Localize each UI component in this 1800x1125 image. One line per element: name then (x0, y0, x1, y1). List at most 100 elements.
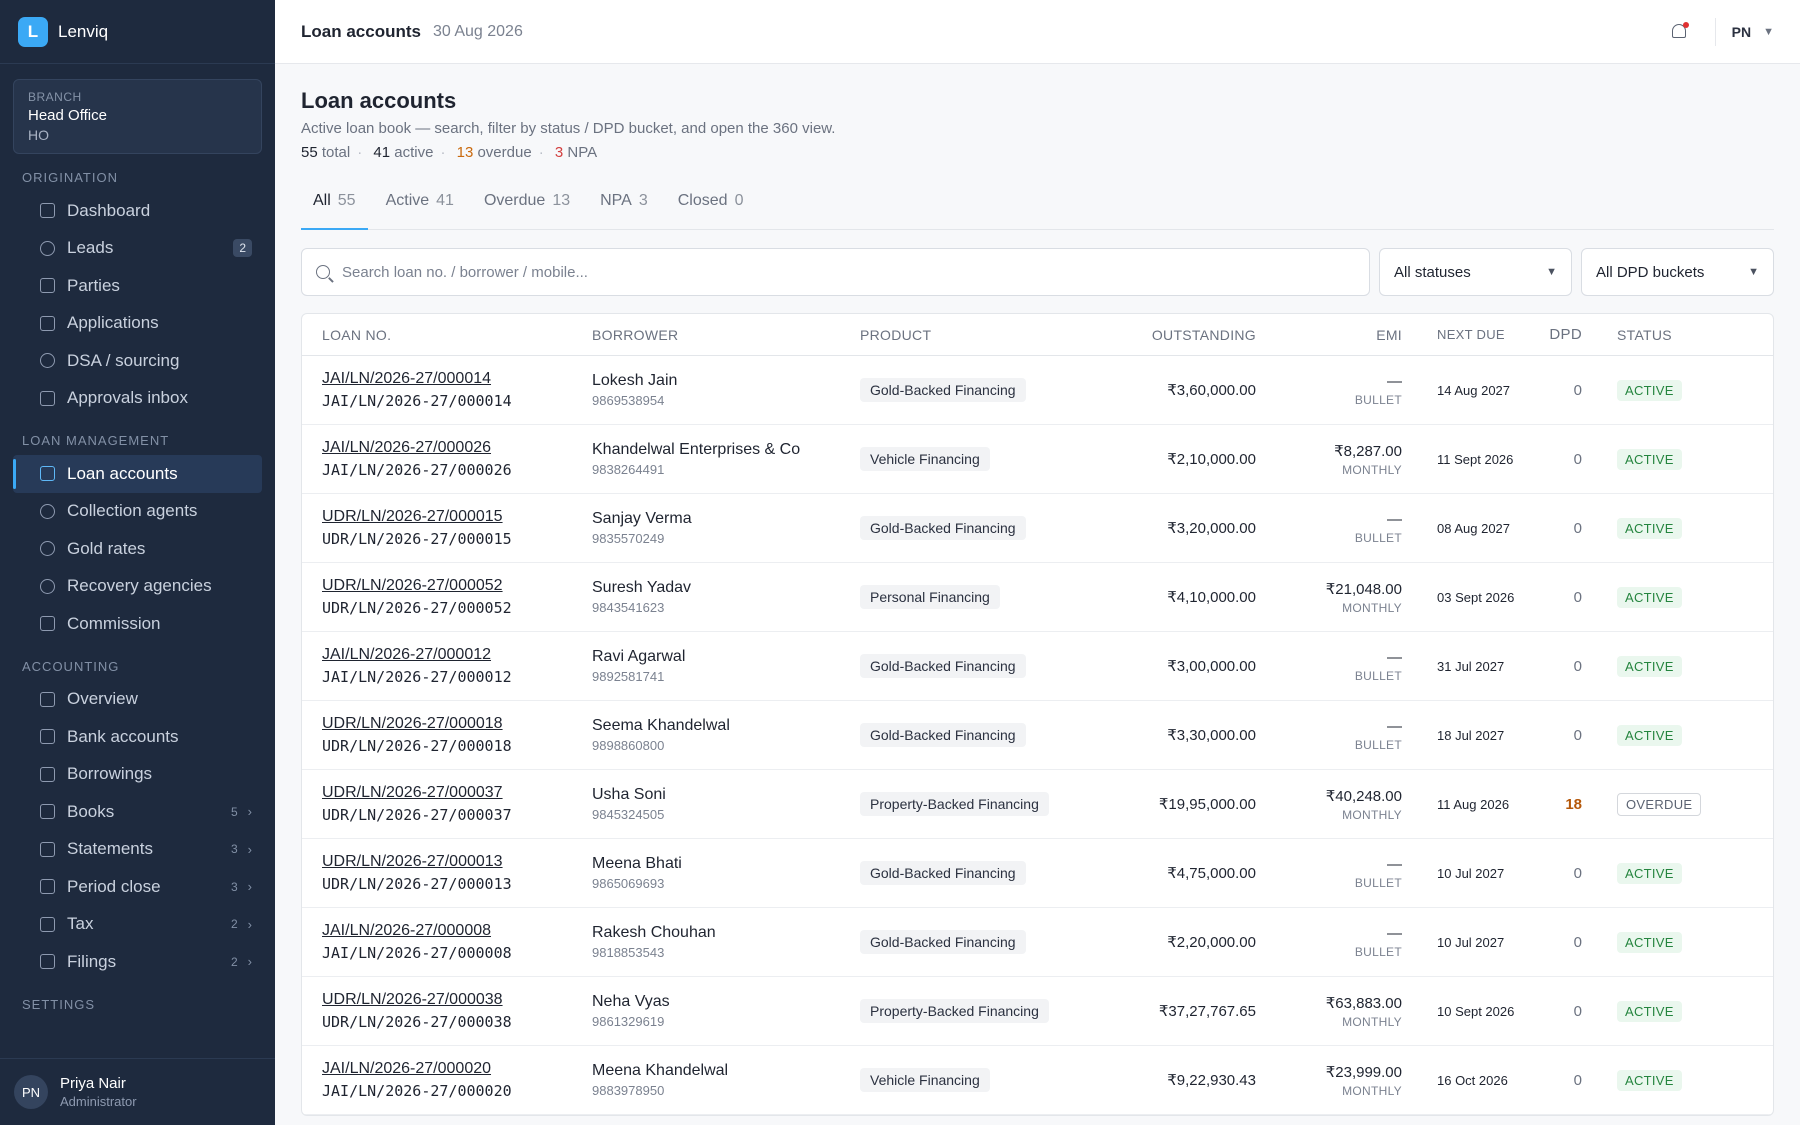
loan-number-code: UDR/LN/2026-27/000037 (322, 806, 512, 824)
dpd-filter-select[interactable]: All DPD buckets ▼ (1581, 248, 1774, 296)
borrower-name: Ravi Agarwal (592, 648, 686, 665)
product-cell: Vehicle Financing (860, 447, 1066, 471)
table-row[interactable]: UDR/LN/2026-27/000013 UDR/LN/2026-27/0000… (302, 839, 1773, 908)
sidebar-item-statements[interactable]: Statements 3 › (13, 831, 262, 869)
brand[interactable]: L Lenviq (0, 0, 275, 64)
user-menu[interactable]: PN ▼ (1714, 17, 1774, 46)
outstanding-amount: ₹3,30,000.00 (1167, 727, 1256, 744)
branch-code: HO (28, 127, 49, 143)
chevron-right-icon: › (247, 804, 252, 820)
tab-overdue[interactable]: Overdue 13 (472, 192, 582, 230)
tab-active[interactable]: Active 41 (374, 192, 466, 230)
status-cell: ACTIVE (1582, 862, 1710, 884)
tab-closed[interactable]: Closed 0 (666, 192, 756, 230)
sidebar-item-books[interactable]: Books 5 › (13, 793, 262, 831)
chevron-down-icon: ▼ (1748, 266, 1759, 278)
table-row[interactable]: JAI/LN/2026-27/000012 JAI/LN/2026-27/0000… (302, 632, 1773, 701)
sidebar-item-applications[interactable]: Applications (13, 305, 262, 343)
loan-number-link[interactable]: UDR/LN/2026-27/000038 (322, 991, 592, 1009)
sidebar-item-label: Commission (67, 613, 161, 633)
loan-number-link[interactable]: UDR/LN/2026-27/000018 (322, 715, 592, 733)
sidebar-item-parties[interactable]: Parties (13, 267, 262, 305)
sidebar-item-dashboard[interactable]: Dashboard (13, 192, 262, 230)
sidebar-item-tax[interactable]: Tax 2 › (13, 906, 262, 944)
outstanding-amount: ₹4,10,000.00 (1167, 589, 1256, 606)
bell-icon[interactable] (1669, 21, 1689, 42)
table-row[interactable]: UDR/LN/2026-27/000015 UDR/LN/2026-27/0000… (302, 494, 1773, 563)
loan-number-link[interactable]: UDR/LN/2026-27/000037 (322, 784, 592, 802)
table-row[interactable]: UDR/LN/2026-27/000037 UDR/LN/2026-27/0000… (302, 770, 1773, 839)
stat-overdue-label: overdue (477, 144, 532, 161)
status-filter-select[interactable]: All statuses ▼ (1379, 248, 1572, 296)
sidebar-item-leads[interactable]: Leads 2 (13, 230, 262, 268)
sidebar-item-commission[interactable]: Commission (13, 605, 262, 643)
table-row[interactable]: UDR/LN/2026-27/000038 UDR/LN/2026-27/0000… (302, 977, 1773, 1046)
table-row[interactable]: UDR/LN/2026-27/000052 UDR/LN/2026-27/0000… (302, 563, 1773, 632)
loan-number-code: JAI/LN/2026-27/000008 (322, 944, 512, 962)
borrower-name: Lokesh Jain (592, 372, 678, 389)
table-row[interactable]: JAI/LN/2026-27/000014 JAI/LN/2026-27/0000… (302, 356, 1773, 425)
search-input[interactable] (342, 263, 1355, 281)
branch-switcher[interactable]: BRANCH Head Office HO (13, 79, 262, 154)
tab-npa[interactable]: NPA 3 (588, 192, 660, 230)
column-header[interactable]: OUTSTANDING (1066, 327, 1256, 343)
emi-type: BULLET (1354, 945, 1402, 959)
chevron-right-icon: › (247, 879, 252, 895)
column-header[interactable]: STATUS (1582, 327, 1710, 343)
product-cell: Property-Backed Financing (860, 792, 1066, 816)
sidebar-item-loan-accounts[interactable]: Loan accounts (13, 455, 262, 493)
emi-cell: — BULLET (1256, 718, 1402, 752)
sidebar-item-approvals-inbox[interactable]: Approvals inbox (13, 380, 262, 418)
tab-label: Overdue (483, 192, 546, 209)
status-badge: ACTIVE (1617, 724, 1682, 746)
column-header[interactable]: NEXT DUE (1402, 327, 1537, 342)
page-subtitle: Active loan book — search, filter by sta… (301, 120, 836, 137)
next-due-date: 18 Jul 2027 (1437, 727, 1505, 743)
item-count: 2 (230, 917, 238, 932)
emi-cell: — BULLET (1256, 925, 1402, 959)
loan-number-link[interactable]: JAI/LN/2026-27/000020 (322, 1060, 592, 1078)
tab-count: 13 (552, 192, 571, 209)
status-tabs: All 55 Active 41 Overdue 13 NPA 3 Closed 0 (301, 192, 1774, 230)
sidebar-item-overview[interactable]: Overview (13, 681, 262, 719)
loan-number-cell: UDR/LN/2026-27/000038 UDR/LN/2026-27/0000… (302, 991, 592, 1031)
sidebar-item-gold-rates[interactable]: Gold rates (13, 530, 262, 568)
column-header[interactable]: DPD (1537, 326, 1582, 343)
loan-number-link[interactable]: JAI/LN/2026-27/000008 (322, 922, 592, 940)
sidebar-item-period-close[interactable]: Period close 3 › (13, 868, 262, 906)
sidebar-item-collection-agents[interactable]: Collection agents (13, 493, 262, 531)
sidebar-item-label: Tax (67, 914, 94, 934)
sidebar-item-borrowings[interactable]: Borrowings (13, 756, 262, 794)
loan-number-link[interactable]: UDR/LN/2026-27/000052 (322, 577, 592, 595)
column-header[interactable]: LOAN NO. (302, 327, 592, 343)
sidebar-item-dsa-sourcing[interactable]: DSA / sourcing (13, 342, 262, 380)
table-row[interactable]: UDR/LN/2026-27/000018 UDR/LN/2026-27/0000… (302, 701, 1773, 770)
emi-cell: ₹21,048.00 MONTHLY (1256, 580, 1402, 615)
emi-type: BULLET (1354, 669, 1402, 683)
table-row[interactable]: JAI/LN/2026-27/000008 JAI/LN/2026-27/0000… (302, 908, 1773, 977)
file-icon (40, 841, 55, 857)
sidebar-item-filings[interactable]: Filings 2 › (13, 943, 262, 981)
sidebar-item-bank-accounts[interactable]: Bank accounts (13, 718, 262, 756)
loan-number-link[interactable]: UDR/LN/2026-27/000015 (322, 508, 592, 526)
table-row[interactable]: JAI/LN/2026-27/000026 JAI/LN/2026-27/0000… (302, 425, 1773, 494)
loan-number-link[interactable]: UDR/LN/2026-27/000013 (322, 853, 592, 871)
avatar: PN (14, 1075, 48, 1109)
column-header[interactable]: EMI (1256, 327, 1402, 343)
next-due-date: 08 Aug 2027 (1437, 520, 1511, 536)
loan-number-link[interactable]: JAI/LN/2026-27/000026 (322, 439, 592, 457)
loan-number-link[interactable]: JAI/LN/2026-27/000012 (322, 646, 592, 664)
loan-number-link[interactable]: JAI/LN/2026-27/000014 (322, 370, 592, 388)
stat-active-value: 41 (373, 144, 391, 161)
tab-count: 0 (734, 192, 744, 209)
search-box[interactable] (301, 248, 1370, 296)
column-header[interactable]: BORROWER (592, 327, 860, 343)
tab-all[interactable]: All 55 (301, 192, 368, 230)
user-profile[interactable]: PN Priya Nair Administrator (0, 1058, 275, 1125)
table-row[interactable]: JAI/LN/2026-27/000020 JAI/LN/2026-27/0000… (302, 1046, 1773, 1115)
sidebar-item-recovery-agencies[interactable]: Recovery agencies (13, 568, 262, 606)
file-icon (40, 616, 55, 632)
chevron-right-icon: › (247, 841, 252, 857)
column-header[interactable]: PRODUCT (860, 327, 1066, 343)
emi-type: MONTHLY (1342, 1014, 1402, 1029)
